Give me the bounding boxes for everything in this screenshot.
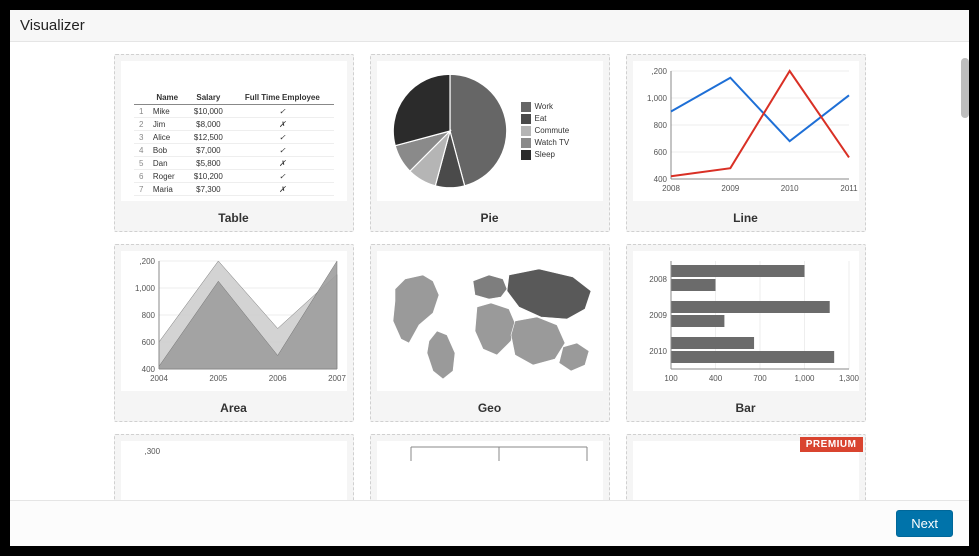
svg-text:800: 800 [141,311,155,320]
svg-text:600: 600 [141,338,155,347]
card-label: Pie [371,205,609,231]
table-preview: Name Salary Full Time Employee 1Mike$10,… [134,91,334,196]
preview-bar: 100 400 700 1,000 1,300 2008 2009 2010 [633,251,859,391]
card-label: Line [627,205,865,231]
preview-pie: WorkEatCommuteWatch TVSleep [377,61,603,201]
svg-text:800: 800 [653,121,667,130]
preview-area: 400 600 800 1,000 ,200 2004 2005 2006 2007 [121,251,347,391]
svg-text:,200: ,200 [139,257,155,266]
visualizer-dialog: Visualizer Name Salary Full Time Employe… [10,10,969,546]
chart-option-partial-3[interactable]: PREMIUM [626,434,866,500]
svg-text:400: 400 [653,175,667,184]
svg-text:2008: 2008 [649,275,667,284]
svg-text:100: 100 [664,374,678,383]
chart-option-partial-2[interactable] [370,434,610,500]
card-label: Bar [627,395,865,421]
svg-text:600: 600 [653,148,667,157]
chart-option-area[interactable]: 400 600 800 1,000 ,200 2004 2005 2006 2007 Area [114,244,354,422]
svg-text:2010: 2010 [780,184,798,193]
preview-line: 400 600 800 1,000 ,200 2008 2009 2010 2011 [633,61,859,201]
card-label: Area [115,395,353,421]
svg-text:400: 400 [141,365,155,374]
preview-geo [377,251,603,391]
chart-option-line[interactable]: 400 600 800 1,000 ,200 2008 2009 2010 2011 Line [626,54,866,232]
svg-text:1,000: 1,000 [794,374,815,383]
chart-option-table[interactable]: Name Salary Full Time Employee 1Mike$10,… [114,54,354,232]
svg-text:2009: 2009 [649,311,667,320]
dialog-footer: Next [10,500,969,546]
chart-type-picker: Name Salary Full Time Employee 1Mike$10,… [10,42,969,500]
svg-text:,200: ,200 [651,67,667,76]
svg-text:1,300: 1,300 [838,374,858,383]
chart-option-geo[interactable]: Geo [370,244,610,422]
next-button[interactable]: Next [896,510,953,537]
svg-text:1,000: 1,000 [134,284,155,293]
svg-text:1,000: 1,000 [646,94,667,103]
chart-option-bar[interactable]: 100 400 700 1,000 1,300 2008 2009 2010 Bar [626,244,866,422]
chart-option-pie[interactable]: WorkEatCommuteWatch TVSleep Pie [370,54,610,232]
page-title: Visualizer [10,10,969,42]
svg-text:2009: 2009 [721,184,739,193]
card-label: Geo [371,395,609,421]
card-label: Table [115,205,353,231]
svg-text:2008: 2008 [662,184,680,193]
svg-text:2010: 2010 [649,347,667,356]
preview-table: Name Salary Full Time Employee 1Mike$10,… [121,61,347,201]
chart-option-partial-1[interactable]: ,300 [114,434,354,500]
svg-text:400: 400 [708,374,722,383]
svg-text:2004: 2004 [150,374,168,383]
premium-badge: PREMIUM [800,437,863,452]
svg-text:2011: 2011 [840,184,858,193]
svg-text:2007: 2007 [328,374,346,383]
svg-text:2005: 2005 [209,374,227,383]
svg-text:2006: 2006 [268,374,286,383]
svg-text:700: 700 [753,374,767,383]
